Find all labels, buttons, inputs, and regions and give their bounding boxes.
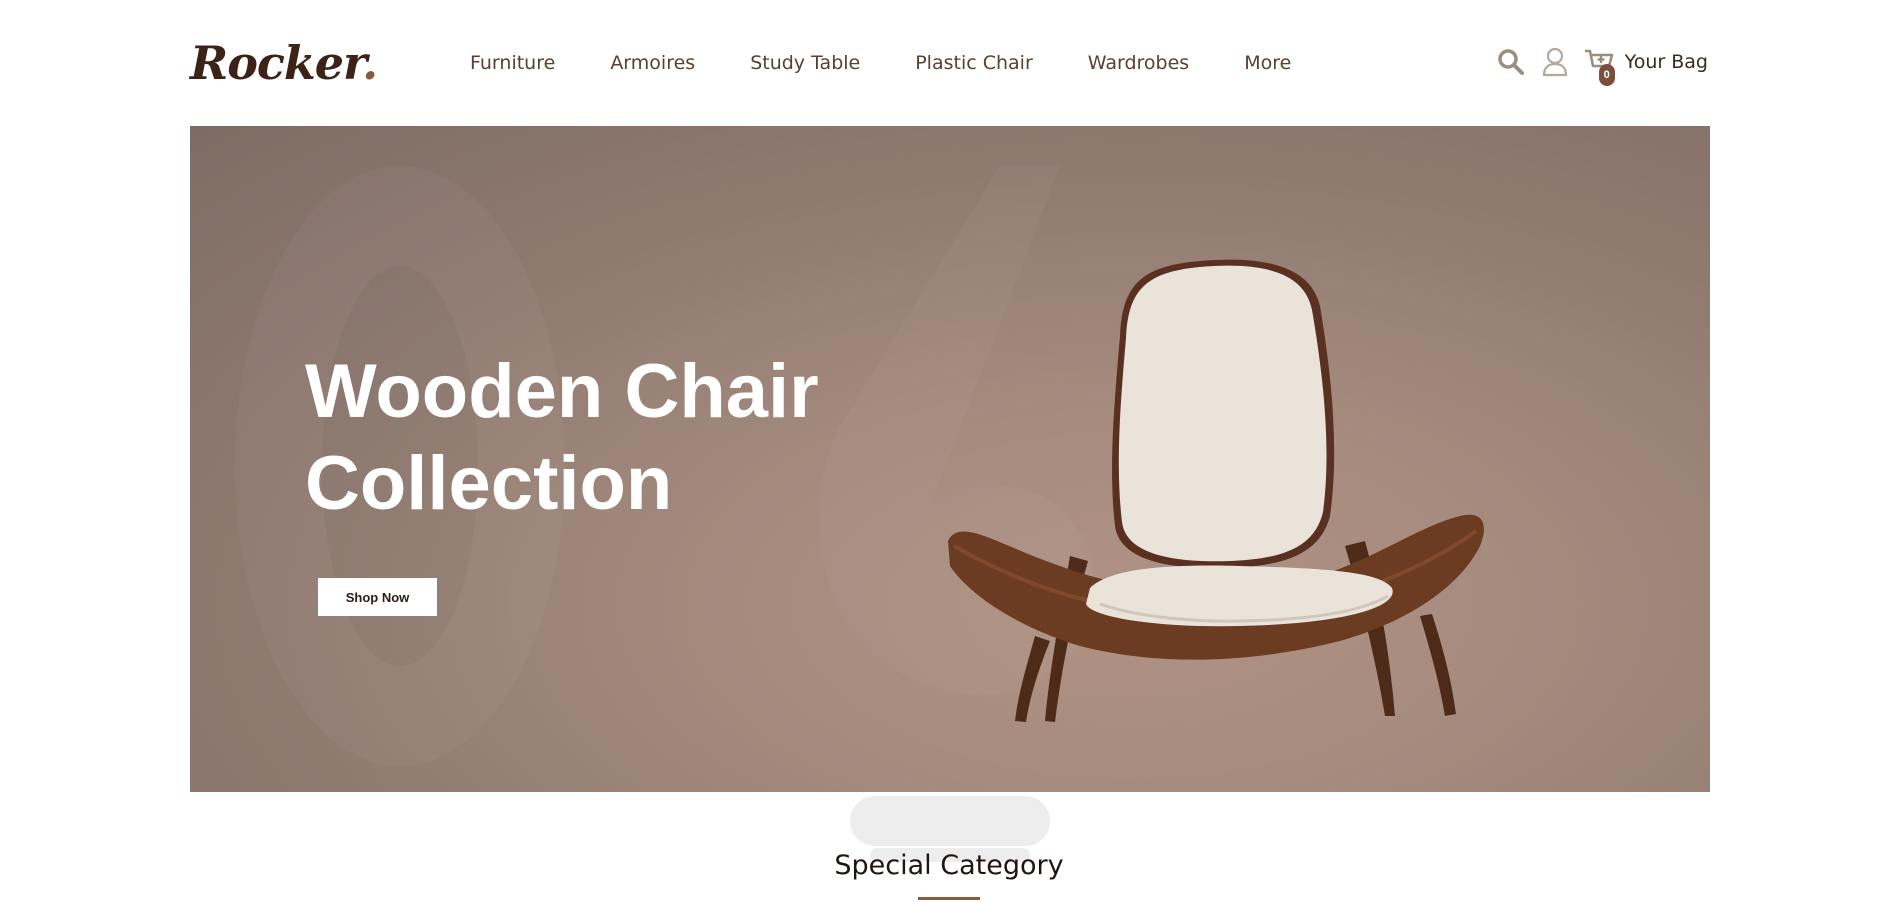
cart-count-badge: 0 [1598, 64, 1615, 86]
brand-name: Rocker [190, 36, 363, 90]
search-button[interactable] [1493, 44, 1529, 80]
user-icon [1542, 47, 1567, 77]
site-header: Rocker. Furniture Armoires Study Table P… [0, 0, 1898, 126]
hero-title: Wooden Chair Collection [305, 346, 925, 530]
brand-logo[interactable]: Rocker. [190, 36, 378, 90]
account-button[interactable] [1537, 44, 1573, 80]
shop-now-button[interactable]: Shop Now [318, 578, 437, 616]
your-bag-link[interactable]: Your Bag [1625, 51, 1708, 73]
nav-item-armoires[interactable]: Armoires [610, 52, 695, 74]
search-icon [1497, 49, 1524, 75]
nav-item-more[interactable]: More [1244, 52, 1291, 74]
nav-item-plastic-chair[interactable]: Plastic Chair [915, 52, 1033, 74]
header-actions: 0 Your Bag [1485, 44, 1708, 86]
brand-dot: . [362, 36, 378, 90]
main-nav: Furniture Armoires Study Table Plastic C… [470, 52, 1346, 74]
hero-banner: Wooden Chair Collection Shop Now [190, 126, 1710, 792]
nav-item-furniture[interactable]: Furniture [470, 52, 555, 74]
wooden-chair-image [948, 259, 1484, 722]
hero-title-line-2: Collection [305, 441, 673, 526]
section-title: Special Category [834, 850, 1064, 881]
cart-button[interactable]: 0 [1581, 44, 1617, 86]
hero-title-line-1: Wooden Chair [305, 349, 819, 434]
nav-item-study-table[interactable]: Study Table [750, 52, 860, 74]
section-title-underline [918, 897, 980, 900]
nav-item-wardrobes[interactable]: Wardrobes [1088, 52, 1189, 74]
